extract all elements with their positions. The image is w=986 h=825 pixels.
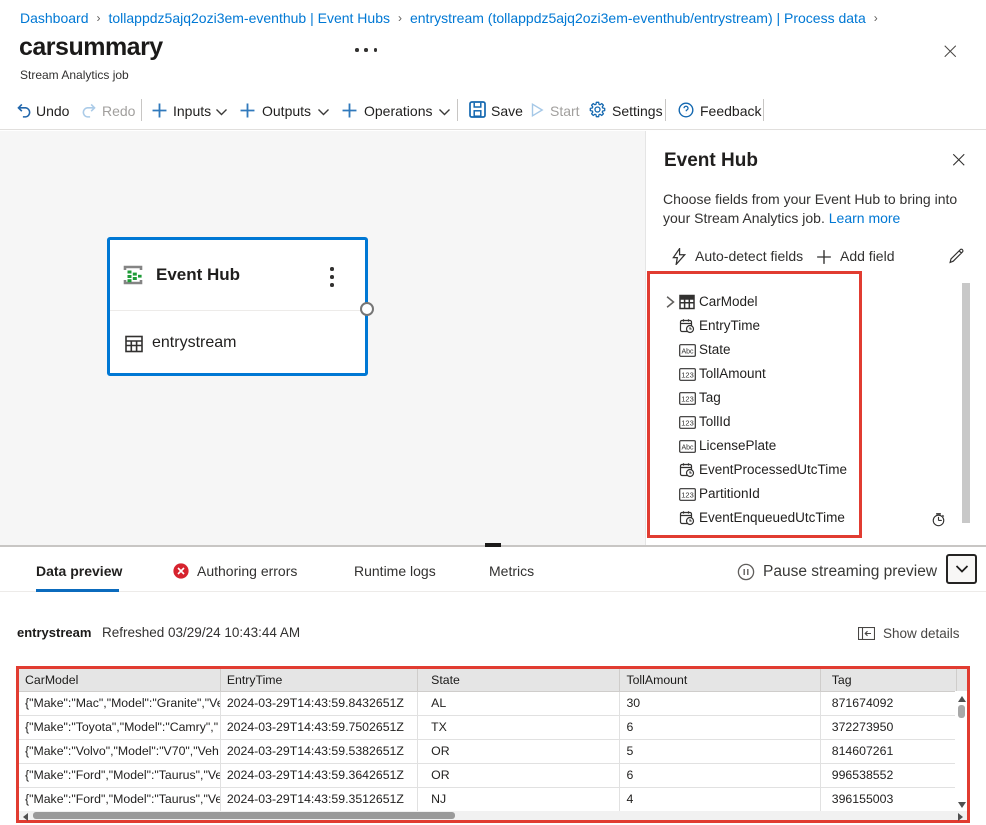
svg-text:Abc: Abc <box>681 348 694 355</box>
svg-text:123: 123 <box>681 491 694 500</box>
svg-text:Abc: Abc <box>681 444 694 451</box>
svg-text:123: 123 <box>681 419 694 428</box>
svg-text:123: 123 <box>681 371 694 380</box>
svg-text:123: 123 <box>681 395 694 404</box>
